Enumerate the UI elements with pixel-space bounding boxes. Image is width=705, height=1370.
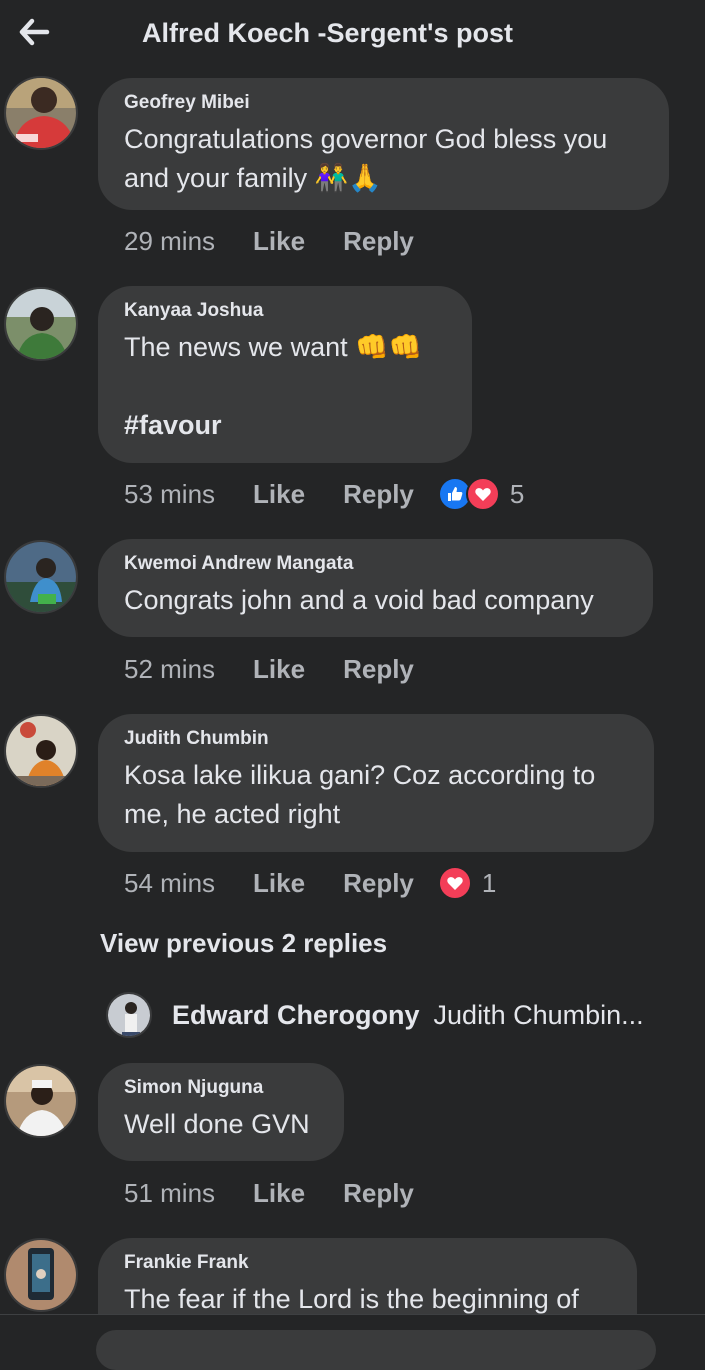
- comment-actions: 51 mins Like Reply: [124, 1173, 452, 1213]
- comment-text: Congratulations governor God bless you a…: [124, 124, 615, 193]
- reply-author: Edward Cherogony: [172, 999, 420, 1030]
- love-icon: [465, 477, 500, 511]
- comment-composer[interactable]: [96, 1330, 656, 1370]
- comment-actions: 53 mins Like Reply 5: [124, 474, 524, 514]
- reply-text: Judith Chumbin...: [433, 999, 644, 1030]
- comment-hashtag[interactable]: #favour: [124, 406, 446, 445]
- reactions-summary[interactable]: 1: [437, 866, 497, 900]
- comment-author[interactable]: Judith Chumbin: [124, 728, 628, 750]
- comment-feed: Geofrey Mibei Congratulations governor G…: [0, 0, 705, 1314]
- comment-time[interactable]: 51 mins: [124, 1178, 215, 1209]
- view-previous-replies-link[interactable]: View previous 2 replies: [100, 928, 387, 959]
- reactions-summary[interactable]: 5: [437, 477, 525, 511]
- comment-text: The news we want 👊👊: [124, 332, 423, 362]
- comment-author[interactable]: Simon Njuguna: [124, 1077, 318, 1099]
- avatar: [106, 992, 152, 1038]
- avatar[interactable]: [4, 540, 78, 614]
- comment-text: Well done GVN: [124, 1109, 310, 1139]
- comment-bubble: Simon Njuguna Well done GVN: [98, 1063, 344, 1161]
- comment-text: Kosa lake ilikua gani? Coz according to …: [124, 760, 603, 829]
- comment-time[interactable]: 53 mins: [124, 479, 215, 510]
- back-button[interactable]: [14, 12, 54, 52]
- love-icon: [437, 866, 472, 900]
- comment-author[interactable]: Kwemoi Andrew Mangata: [124, 553, 627, 575]
- comment-actions: 52 mins Like Reply: [124, 649, 452, 689]
- like-button[interactable]: Like: [253, 654, 305, 685]
- avatar[interactable]: [4, 287, 78, 361]
- reply-button[interactable]: Reply: [343, 226, 414, 257]
- comment-bubble: Kanyaa Joshua The news we want 👊👊 #favou…: [98, 286, 472, 463]
- reply-button[interactable]: Reply: [343, 1178, 414, 1209]
- comment-time[interactable]: 52 mins: [124, 654, 215, 685]
- like-button[interactable]: Like: [253, 1178, 305, 1209]
- reply-button[interactable]: Reply: [343, 654, 414, 685]
- comment-author[interactable]: Geofrey Mibei: [124, 92, 643, 114]
- avatar[interactable]: [4, 1064, 78, 1138]
- comment-actions: 54 mins Like Reply 1: [124, 863, 496, 903]
- reaction-count: 5: [509, 478, 525, 509]
- like-button[interactable]: Like: [253, 479, 305, 510]
- like-button[interactable]: Like: [253, 226, 305, 257]
- comment-author[interactable]: Kanyaa Joshua: [124, 300, 446, 322]
- reply-button[interactable]: Reply: [343, 479, 414, 510]
- comment-bubble: Geofrey Mibei Congratulations governor G…: [98, 78, 669, 210]
- bottom-bar: [0, 1315, 705, 1370]
- avatar[interactable]: [4, 76, 78, 150]
- like-button[interactable]: Like: [253, 868, 305, 899]
- reply-button[interactable]: Reply: [343, 868, 414, 899]
- comment-text: The fear if the Lord is the beginning of: [124, 1284, 579, 1314]
- avatar[interactable]: [4, 714, 78, 788]
- reaction-count: 1: [481, 867, 497, 898]
- comment-time[interactable]: 29 mins: [124, 226, 215, 257]
- comment-bubble: Kwemoi Andrew Mangata Congrats john and …: [98, 539, 653, 637]
- comment-bubble: Frankie Frank The fear if the Lord is th…: [98, 1238, 637, 1314]
- page-title: Alfred Koech -Sergent's post: [142, 18, 513, 48]
- comment-text: Congrats john and a void bad company: [124, 585, 594, 615]
- reply-preview[interactable]: Edward Cherogony Judith Chumbin...: [106, 990, 644, 1040]
- comment-bubble: Judith Chumbin Kosa lake ilikua gani? Co…: [98, 714, 654, 852]
- comment-actions: 29 mins Like Reply: [124, 221, 452, 261]
- avatar[interactable]: [4, 1238, 78, 1312]
- back-arrow-icon: [19, 18, 50, 46]
- comment-author[interactable]: Frankie Frank: [124, 1252, 611, 1274]
- comment-time[interactable]: 54 mins: [124, 868, 215, 899]
- header-bar: Alfred Koech -Sergent's post: [0, 0, 705, 72]
